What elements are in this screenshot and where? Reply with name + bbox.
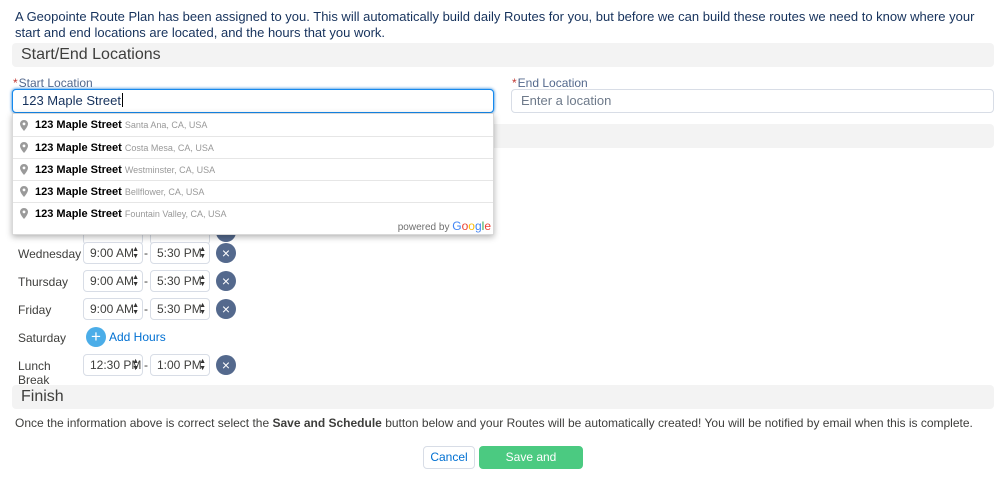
select-arrows-icon: ▲ ▼ <box>132 302 139 316</box>
start-location-input[interactable]: 123 Maple Street <box>12 89 494 113</box>
time-select-start[interactable]: 9:00 AM ▲ ▼ <box>83 298 143 320</box>
start-location-value: 123 Maple Street <box>22 93 122 108</box>
time-value: 1:00 PM <box>157 358 202 372</box>
required-marker: * <box>512 76 517 90</box>
select-arrows-icon: ▲ ▼ <box>132 358 139 372</box>
google-letter: o <box>468 219 475 233</box>
start-location-label-text: Start Location <box>18 76 93 90</box>
autocomplete-suggestion[interactable]: 123 Maple Street Costa Mesa, CA, USA <box>13 136 493 158</box>
section-header-finish: Finish <box>12 385 994 409</box>
text-caret <box>122 93 124 107</box>
suggestion-secondary-text: Westminster, CA, USA <box>124 164 216 175</box>
remove-hours-icon[interactable]: × <box>216 299 236 319</box>
finish-text-after: button below and your Routes will be aut… <box>381 416 973 430</box>
select-arrows-icon: ▲ ▼ <box>199 246 206 260</box>
time-select-start[interactable]: 12:30 PM ▲ ▼ <box>83 354 143 376</box>
day-label: Saturday <box>18 331 67 345</box>
autocomplete-suggestion[interactable]: 123 Maple Street Bellflower, CA, USA <box>13 180 493 202</box>
save-and-schedule-button[interactable]: Save and Schedule <box>479 446 583 485</box>
time-value: 9:00 AM <box>90 302 135 316</box>
time-separator: - <box>144 274 148 288</box>
remove-hours-icon[interactable]: × <box>216 271 236 291</box>
autocomplete-list: 123 Maple Street Santa Ana, CA, USA 123 Ma… <box>13 114 493 224</box>
time-select-start[interactable]: 9:00 AM ▲ ▼ <box>83 270 143 292</box>
suggestion-secondary-text: Costa Mesa, CA, USA <box>124 142 214 153</box>
add-hours-link[interactable]: Add Hours <box>109 330 166 344</box>
powered-by-label: powered by <box>397 222 450 233</box>
time-value: 9:00 AM <box>90 274 135 288</box>
end-location-label: *End Location <box>512 76 588 90</box>
end-location-input[interactable]: Enter a location <box>511 89 994 113</box>
time-value: 5:30 PM <box>157 246 202 260</box>
powered-by-google: powered by Google <box>398 219 491 233</box>
map-pin-icon <box>17 208 31 219</box>
suggestion-main-text: 123 Maple Street <box>35 185 122 198</box>
time-separator: - <box>144 358 148 372</box>
day-label: Thursday <box>18 275 69 289</box>
remove-hours-icon[interactable]: × <box>216 355 236 375</box>
time-value: 5:30 PM <box>157 274 202 288</box>
autocomplete-dropdown: 123 Maple Street Santa Ana, CA, USA 123 Ma… <box>12 113 494 235</box>
start-location-label: *Start Location <box>13 76 93 90</box>
google-letter: G <box>452 219 462 233</box>
map-pin-icon <box>17 142 31 153</box>
google-logo: Google <box>452 219 491 233</box>
suggestion-secondary-text: Bellflower, CA, USA <box>124 186 205 197</box>
map-pin-icon <box>17 186 31 197</box>
end-location-placeholder: Enter a location <box>521 93 612 108</box>
autocomplete-suggestion[interactable]: 123 Maple Street Westminster, CA, USA <box>13 158 493 180</box>
suggestion-main-text: 123 Maple Street <box>35 119 122 131</box>
day-label: Lunch Break <box>18 359 51 387</box>
finish-text-before: Once the information above is correct se… <box>15 416 273 430</box>
intro-text: A Geopointe Route Plan has been assigned… <box>15 9 975 40</box>
google-letter: g <box>474 219 482 233</box>
suggestion-secondary-text: Fountain Valley, CA, USA <box>124 208 227 219</box>
time-separator: - <box>144 246 148 260</box>
cancel-button[interactable]: Cancel <box>423 446 475 469</box>
autocomplete-suggestion[interactable]: 123 Maple Street Santa Ana, CA, USA <box>13 114 493 136</box>
time-select-end[interactable]: 5:30 PM ▲ ▼ <box>150 298 210 320</box>
day-label: Friday <box>18 303 52 317</box>
section-header-start-end: Start/End Locations <box>12 43 994 67</box>
suggestion-main-text: 123 Maple Street <box>35 141 122 154</box>
time-value: 9:00 AM <box>90 246 135 260</box>
map-pin-icon <box>17 164 31 175</box>
time-select-start[interactable]: 9:00 AM ▲ ▼ <box>83 242 143 264</box>
remove-hours-icon[interactable]: × <box>216 243 236 263</box>
time-select-end[interactable]: 5:30 PM ▲ ▼ <box>150 270 210 292</box>
day-label: Wednesday <box>18 247 82 261</box>
select-arrows-icon: ▲ ▼ <box>199 302 206 316</box>
finish-text-bold: Save and Schedule <box>272 416 382 430</box>
required-marker: * <box>13 76 18 90</box>
map-pin-icon <box>17 119 31 131</box>
add-hours-icon[interactable]: + <box>86 327 106 347</box>
finish-instructions: Once the information above is correct se… <box>15 416 973 430</box>
suggestion-main-text: 123 Maple Street <box>35 207 122 220</box>
google-letter: e <box>484 219 491 233</box>
select-arrows-icon: ▲ ▼ <box>132 274 139 288</box>
suggestion-main-text: 123 Maple Street <box>35 163 122 176</box>
time-select-end[interactable]: 5:30 PM ▲ ▼ <box>150 242 210 264</box>
end-location-label-text: End Location <box>517 76 588 90</box>
select-arrows-icon: ▲ ▼ <box>199 358 206 372</box>
select-arrows-icon: ▲ ▼ <box>132 246 139 260</box>
time-separator: - <box>144 302 148 316</box>
time-select-end[interactable]: 1:00 PM ▲ ▼ <box>150 354 210 376</box>
suggestion-secondary-text: Santa Ana, CA, USA <box>124 120 208 130</box>
time-value: 5:30 PM <box>157 302 202 316</box>
select-arrows-icon: ▲ ▼ <box>199 274 206 288</box>
